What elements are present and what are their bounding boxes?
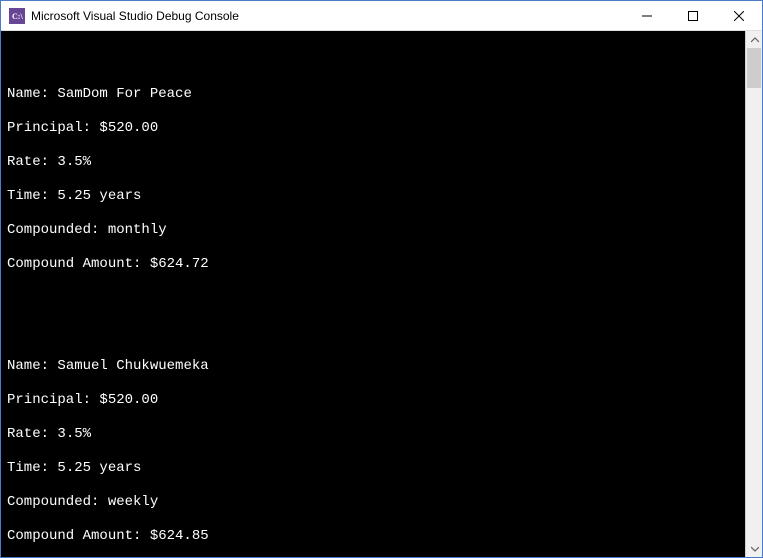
value-principal: $520.00 (99, 392, 158, 408)
output-line: Name: SamDom For Peace (7, 86, 741, 103)
output-line: Principal: $520.00 (7, 392, 741, 409)
output-line: Compound Amount: $624.85 (7, 528, 741, 545)
output-line: Compounded: weekly (7, 494, 741, 511)
output-line: Compounded: monthly (7, 222, 741, 239)
label-name: Name: (7, 86, 57, 102)
console-output[interactable]: Name: SamDom For Peace Principal: $520.0… (1, 31, 745, 557)
value-time: 5.25 years (57, 460, 141, 476)
label-time: Time: (7, 460, 57, 476)
maximize-button[interactable] (670, 1, 716, 31)
label-rate: Rate: (7, 154, 57, 170)
blank-line (7, 290, 741, 307)
output-line: Time: 5.25 years (7, 460, 741, 477)
value-name: SamDom For Peace (57, 86, 191, 102)
output-line: Compound Amount: $624.72 (7, 256, 741, 273)
scroll-up-arrow-icon[interactable] (746, 31, 762, 48)
value-name: Samuel Chukwuemeka (57, 358, 208, 374)
value-compounded: monthly (108, 222, 167, 238)
label-amount: Compound Amount: (7, 528, 150, 544)
value-compounded: weekly (108, 494, 158, 510)
blank-line (7, 52, 741, 69)
blank-line (7, 324, 741, 341)
output-line: Rate: 3.5% (7, 426, 741, 443)
console-window: C:\ Microsoft Visual Studio Debug Consol… (0, 0, 763, 558)
label-amount: Compound Amount: (7, 256, 150, 272)
scroll-down-arrow-icon[interactable] (746, 540, 762, 557)
value-amount: $624.85 (150, 528, 209, 544)
output-line: Rate: 3.5% (7, 154, 741, 171)
console-area: Name: SamDom For Peace Principal: $520.0… (1, 31, 762, 557)
value-amount: $624.72 (150, 256, 209, 272)
scroll-thumb[interactable] (747, 48, 761, 88)
svg-text:C:\: C:\ (12, 12, 23, 21)
output-line: Name: Samuel Chukwuemeka (7, 358, 741, 375)
close-button[interactable] (716, 1, 762, 31)
window-title: Microsoft Visual Studio Debug Console (31, 9, 239, 23)
label-name: Name: (7, 358, 57, 374)
minimize-button[interactable] (624, 1, 670, 31)
label-principal: Principal: (7, 392, 99, 408)
vertical-scrollbar[interactable] (745, 31, 762, 557)
app-vs-console-icon: C:\ (9, 8, 25, 24)
output-line: Principal: $520.00 (7, 120, 741, 137)
value-principal: $520.00 (99, 120, 158, 136)
value-rate: 3.5% (57, 426, 91, 442)
value-time: 5.25 years (57, 188, 141, 204)
output-line: Time: 5.25 years (7, 188, 741, 205)
label-rate: Rate: (7, 426, 57, 442)
titlebar[interactable]: C:\ Microsoft Visual Studio Debug Consol… (1, 1, 762, 31)
label-principal: Principal: (7, 120, 99, 136)
label-time: Time: (7, 188, 57, 204)
label-compounded: Compounded: (7, 494, 108, 510)
label-compounded: Compounded: (7, 222, 108, 238)
value-rate: 3.5% (57, 154, 91, 170)
